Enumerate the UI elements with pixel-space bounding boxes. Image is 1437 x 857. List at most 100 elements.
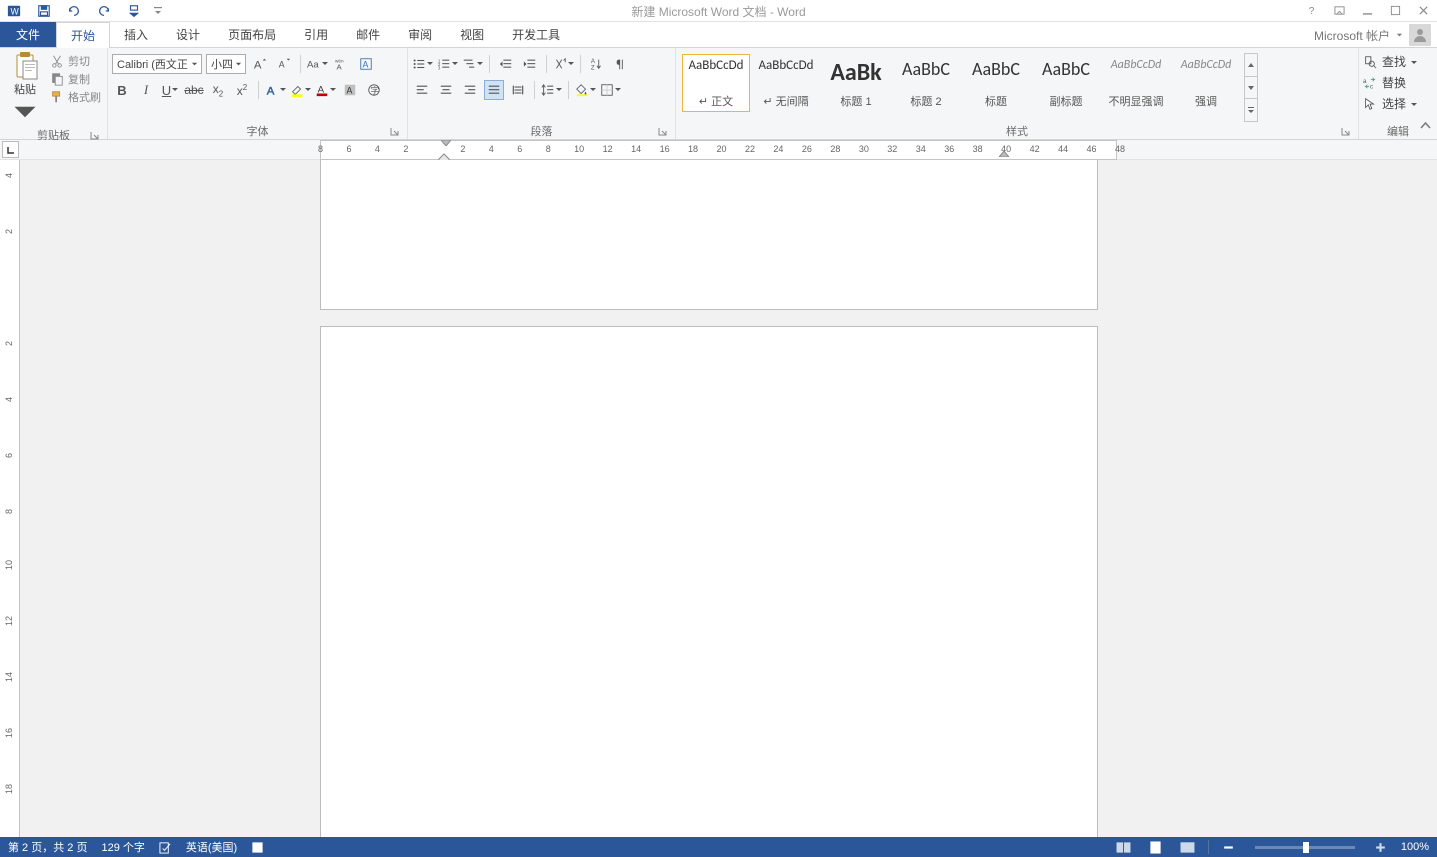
underline-icon[interactable]: U: [160, 80, 180, 100]
format-painter-button[interactable]: 格式刷: [50, 89, 101, 105]
view-web-layout-icon[interactable]: [1176, 838, 1200, 856]
cut-button[interactable]: 剪切: [50, 53, 101, 69]
distributed-icon[interactable]: [508, 80, 528, 100]
align-right-icon[interactable]: [460, 80, 480, 100]
redo-icon[interactable]: [93, 1, 115, 21]
italic-icon[interactable]: I: [136, 80, 156, 100]
style-item-1[interactable]: AaBbCcDd↵ 无间隔: [752, 54, 820, 112]
superscript-icon[interactable]: x2: [232, 80, 252, 100]
tab-developer[interactable]: 开发工具: [498, 22, 574, 47]
highlight-color-icon[interactable]: [290, 80, 311, 100]
maximize-icon[interactable]: [1381, 0, 1409, 20]
tab-design[interactable]: 设计: [162, 22, 214, 47]
tab-file[interactable]: 文件: [0, 22, 56, 47]
style-item-2[interactable]: AaBk标题 1: [822, 54, 890, 112]
line-spacing-icon[interactable]: [541, 80, 562, 100]
first-line-indent-marker[interactable]: [441, 140, 451, 146]
title-bar: W 新建 Microsoft Word 文档 - Word ?: [0, 0, 1437, 22]
phonetic-guide-icon[interactable]: wénA: [332, 54, 352, 74]
tab-insert[interactable]: 插入: [110, 22, 162, 47]
tab-references[interactable]: 引用: [290, 22, 342, 47]
enclose-characters-icon[interactable]: 字: [364, 80, 384, 100]
view-read-mode-icon[interactable]: [1112, 838, 1136, 856]
character-border-icon[interactable]: A: [356, 54, 376, 74]
bullets-icon[interactable]: [412, 54, 433, 74]
help-icon[interactable]: ?: [1297, 0, 1325, 20]
find-button[interactable]: 查找: [1363, 53, 1417, 70]
qat-more-icon[interactable]: [153, 1, 163, 21]
status-word-count[interactable]: 129 个字: [101, 839, 144, 855]
zoom-slider[interactable]: [1255, 846, 1355, 849]
word-app-icon[interactable]: W: [3, 1, 25, 21]
numbering-icon[interactable]: 123: [437, 54, 458, 74]
font-color-icon[interactable]: A: [315, 80, 336, 100]
sort-icon[interactable]: AZ: [587, 54, 607, 74]
horizontal-ruler[interactable]: 8642246810121416182022242628303234363840…: [320, 140, 1117, 160]
style-item-5[interactable]: AaBbC副标题: [1032, 54, 1100, 112]
ribbon-display-options-icon[interactable]: [1325, 0, 1353, 20]
save-icon[interactable]: [33, 1, 55, 21]
tab-view[interactable]: 视图: [446, 22, 498, 47]
character-shading-icon[interactable]: A: [340, 80, 360, 100]
tab-mailings[interactable]: 邮件: [342, 22, 394, 47]
asian-layout-icon[interactable]: [553, 54, 574, 74]
qat-customize-icon[interactable]: [123, 1, 145, 21]
subscript-icon[interactable]: x2: [208, 80, 228, 100]
grow-font-icon[interactable]: A: [250, 54, 270, 74]
style-item-4[interactable]: AaBbC标题: [962, 54, 1030, 112]
status-macro-icon[interactable]: [251, 841, 264, 854]
font-name-combo[interactable]: Calibri (西文正: [112, 54, 202, 74]
account-area[interactable]: Microsoft 帐户: [1314, 22, 1431, 48]
align-left-icon[interactable]: [412, 80, 432, 100]
vertical-ruler[interactable]: 4224681012141618: [0, 160, 20, 837]
multilevel-list-icon[interactable]: [462, 54, 483, 74]
paste-button[interactable]: 粘贴: [6, 51, 44, 127]
tab-home[interactable]: 开始: [56, 22, 110, 48]
close-icon[interactable]: [1409, 0, 1437, 20]
tab-stop-selector[interactable]: [2, 141, 19, 158]
minimize-icon[interactable]: [1353, 0, 1381, 20]
undo-icon[interactable]: [63, 1, 85, 21]
zoom-slider-thumb[interactable]: [1303, 842, 1309, 853]
text-effects-icon[interactable]: A: [265, 80, 286, 100]
show-marks-icon[interactable]: [611, 54, 631, 74]
paragraph-dialog-launcher[interactable]: [656, 125, 669, 138]
view-print-layout-icon[interactable]: [1144, 838, 1168, 856]
justify-icon[interactable]: [484, 80, 504, 100]
borders-icon[interactable]: [600, 80, 621, 100]
bold-icon[interactable]: B: [112, 80, 132, 100]
zoom-in-icon[interactable]: [1369, 838, 1393, 856]
font-dialog-launcher[interactable]: [388, 125, 401, 138]
decrease-indent-icon[interactable]: [496, 54, 516, 74]
collapse-ribbon-icon[interactable]: [1420, 121, 1431, 135]
page-1[interactable]: [320, 160, 1098, 310]
page-2[interactable]: [320, 326, 1098, 837]
shrink-font-icon[interactable]: A: [274, 54, 294, 74]
status-proofing-icon[interactable]: [159, 841, 172, 854]
zoom-level[interactable]: 100%: [1401, 841, 1429, 853]
tab-page-layout[interactable]: 页面布局: [214, 22, 290, 47]
styles-dialog-launcher[interactable]: [1339, 125, 1352, 138]
tab-review[interactable]: 审阅: [394, 22, 446, 47]
style-item-6[interactable]: AaBbCcDd不明显强调: [1102, 54, 1170, 112]
increase-indent-icon[interactable]: [520, 54, 540, 74]
style-item-0[interactable]: AaBbCcDd↵ 正文: [682, 54, 750, 112]
gallery-scroll-up[interactable]: [1245, 54, 1257, 77]
gallery-scroll-down[interactable]: [1245, 77, 1257, 100]
select-button[interactable]: 选择: [1363, 95, 1417, 112]
status-page[interactable]: 第 2 页，共 2 页: [8, 839, 87, 855]
strikethrough-icon[interactable]: abc: [184, 80, 204, 100]
style-item-3[interactable]: AaBbC标题 2: [892, 54, 960, 112]
change-case-icon[interactable]: Aa: [307, 54, 328, 74]
right-indent-marker[interactable]: [999, 146, 1009, 160]
style-item-7[interactable]: AaBbCcDd强调: [1172, 54, 1240, 112]
status-language[interactable]: 英语(美国): [186, 839, 237, 855]
gallery-expand[interactable]: [1245, 99, 1257, 121]
align-center-icon[interactable]: [436, 80, 456, 100]
group-clipboard: 粘贴 剪切 复制 格式刷 剪贴板: [0, 48, 108, 139]
font-size-combo[interactable]: 小四: [206, 54, 246, 74]
copy-button[interactable]: 复制: [50, 71, 101, 87]
replace-button[interactable]: ac替换: [1363, 74, 1417, 91]
zoom-out-icon[interactable]: [1217, 838, 1241, 856]
shading-icon[interactable]: [575, 80, 596, 100]
